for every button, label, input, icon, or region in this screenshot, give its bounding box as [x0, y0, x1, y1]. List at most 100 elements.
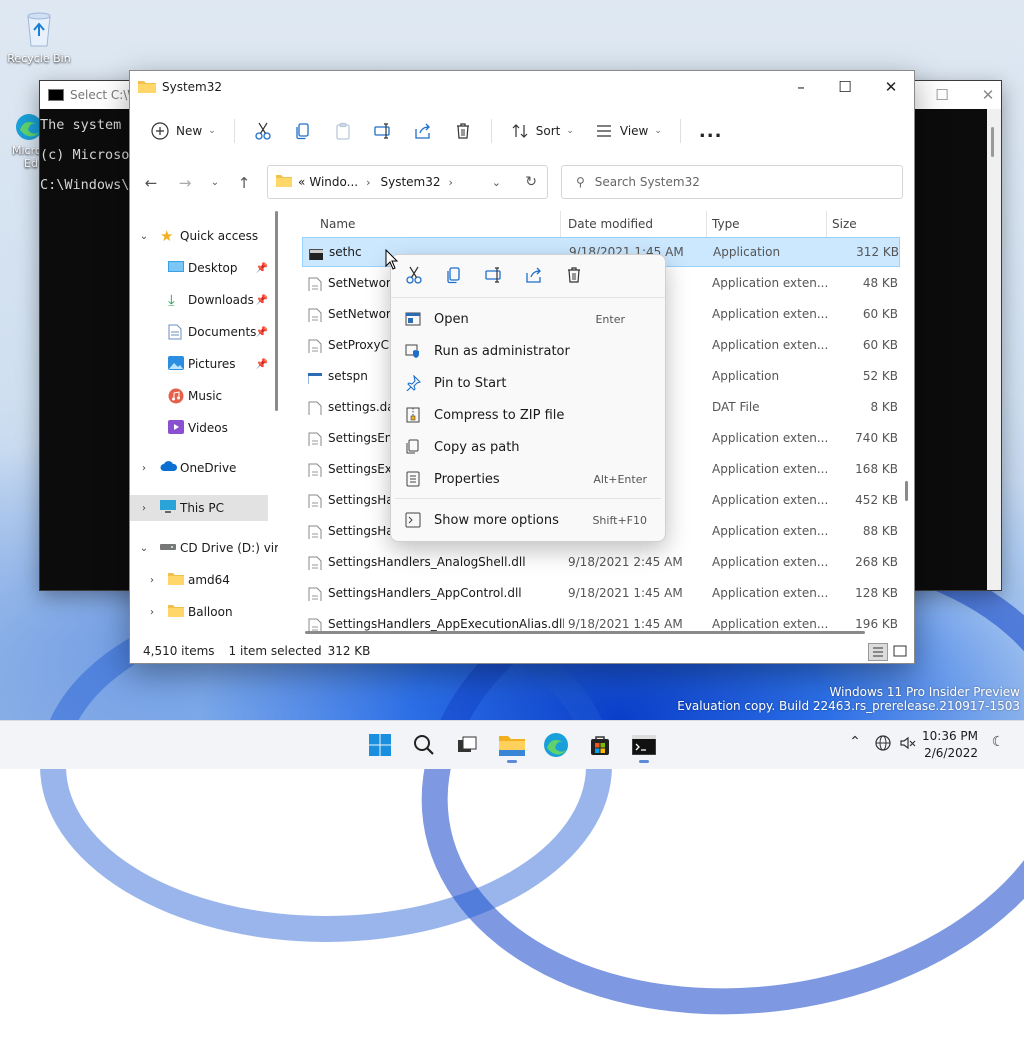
cut-icon[interactable]	[404, 265, 426, 287]
view-button[interactable]: View ⌄	[584, 115, 672, 147]
breadcrumb-chevron-icon[interactable]: ›	[366, 176, 370, 189]
watermark-line: Evaluation copy. Build 22463.rs_prerelea…	[677, 699, 1020, 713]
address-history-chevron-icon[interactable]: ⌄	[492, 176, 501, 189]
menu-item-properties[interactable]: Properties Alt+Enter	[395, 464, 661, 494]
expand-chevron-icon[interactable]: ›	[146, 607, 158, 618]
maximize-button[interactable]: ☐	[822, 71, 868, 103]
new-button[interactable]: New ⌄	[140, 115, 226, 147]
more-options-button[interactable]: ...	[689, 115, 733, 147]
console-maximize-button[interactable]: ☐	[919, 81, 965, 109]
taskbar-edge[interactable]	[538, 727, 574, 763]
share-icon[interactable]	[524, 265, 546, 287]
cloud-icon	[160, 460, 178, 476]
dll-file-icon	[308, 430, 322, 446]
show-hidden-icons-chevron-icon[interactable]: ⌃	[845, 734, 865, 754]
expand-chevron-icon[interactable]: ›	[146, 575, 158, 586]
column-header-date[interactable]: Date modified	[568, 211, 653, 237]
nav-music[interactable]: Music	[130, 383, 270, 409]
navigation-pane-scrollbar[interactable]	[275, 211, 278, 411]
expand-chevron-icon[interactable]: ⌄	[138, 543, 150, 554]
network-globe-icon[interactable]	[873, 734, 893, 754]
share-button[interactable]	[403, 115, 443, 147]
folder-icon	[168, 572, 184, 588]
breadcrumb-system32[interactable]: System32	[380, 175, 440, 189]
console-close-button[interactable]: ✕	[965, 81, 1011, 109]
pin-icon	[405, 374, 422, 393]
menu-item-show-more-options[interactable]: Show more options Shift+F10	[395, 505, 661, 535]
delete-button[interactable]	[443, 115, 483, 147]
expand-chevron-icon[interactable]: ⌄	[138, 231, 150, 242]
breadcrumb-overflow[interactable]: «	[298, 175, 305, 189]
copy-icon[interactable]	[444, 265, 466, 287]
paste-button[interactable]	[323, 115, 363, 147]
desktop-icon-recycle-bin[interactable]: Recycle Bin	[4, 8, 74, 65]
nav-balloon[interactable]: › Balloon	[130, 599, 270, 625]
minimize-button[interactable]: –	[778, 71, 824, 103]
taskbar-file-explorer[interactable]	[494, 727, 530, 763]
column-header-size[interactable]: Size	[832, 211, 857, 237]
pin-icon[interactable]: 📌	[256, 359, 268, 370]
taskbar-search-button[interactable]	[406, 727, 442, 763]
menu-item-open[interactable]: Open Enter	[395, 304, 661, 334]
properties-icon	[405, 471, 421, 487]
expand-chevron-icon[interactable]: ›	[138, 463, 150, 474]
file-list-horizontal-scrollbar[interactable]	[305, 631, 865, 634]
address-bar[interactable]: « Windo... › System32 › ⌄ ↻	[267, 165, 548, 199]
back-arrow-icon[interactable]: ←	[136, 169, 166, 197]
table-row[interactable]: SettingsHandlers_AnalogShell.dll 9/18/20…	[302, 548, 898, 576]
nav-onedrive[interactable]: › OneDrive	[130, 455, 270, 481]
up-arrow-icon[interactable]: ↑	[229, 169, 259, 197]
nav-quick-access[interactable]: ⌄ ★ Quick access	[130, 223, 270, 249]
start-button[interactable]	[362, 727, 398, 763]
cut-button[interactable]	[243, 115, 283, 147]
nav-desktop[interactable]: Desktop 📌	[130, 255, 270, 281]
desktop-icon-edge[interactable]: Micro Ed	[4, 112, 44, 170]
more-label: ...	[698, 120, 723, 142]
system-clock[interactable]: 10:36 PM 2/6/2022	[922, 728, 978, 762]
file-size: 312 KB	[856, 245, 899, 259]
console-scrollbar[interactable]	[987, 109, 1001, 590]
menu-item-pin-to-start[interactable]: Pin to Start	[395, 368, 661, 398]
console-app-icon	[309, 244, 323, 260]
nav-videos[interactable]: Videos	[130, 415, 270, 441]
pin-icon[interactable]: 📌	[256, 295, 268, 306]
breadcrumb-windows[interactable]: Windo...	[309, 175, 358, 189]
breadcrumb-chevron-icon[interactable]: ›	[449, 176, 453, 189]
chevron-down-icon: ⌄	[654, 126, 662, 136]
nav-pictures[interactable]: Pictures 📌	[130, 351, 270, 377]
trash-icon[interactable]	[564, 265, 586, 287]
menu-item-run-as-administrator[interactable]: Run as administrator	[395, 336, 661, 366]
menu-item-compress-zip[interactable]: Compress to ZIP file	[395, 400, 661, 430]
nav-downloads[interactable]: ⤓ Downloads 📌	[130, 287, 270, 313]
close-button[interactable]: ✕	[868, 71, 914, 103]
notification-moon-icon[interactable]: ☾	[988, 734, 1008, 754]
task-view-button[interactable]	[449, 727, 485, 763]
nav-cd-drive[interactable]: ⌄ CD Drive (D:) virt	[130, 535, 278, 561]
pin-icon[interactable]: 📌	[256, 327, 268, 338]
table-row[interactable]: SettingsHandlers_AppExecutionAlias.dll 9…	[302, 610, 898, 631]
file-list-vertical-scrollbar[interactable]	[905, 481, 908, 501]
search-input[interactable]: ⚲ Search System32	[561, 165, 903, 199]
expand-chevron-icon[interactable]: ›	[138, 503, 150, 514]
menu-item-copy-as-path[interactable]: Copy as path	[395, 432, 661, 462]
recycle-bin-label: Recycle Bin	[7, 52, 71, 65]
column-header-type[interactable]: Type	[712, 211, 740, 237]
taskbar-store[interactable]	[582, 727, 618, 763]
details-view-icon[interactable]	[868, 643, 888, 661]
nav-amd64[interactable]: › amd64	[130, 567, 270, 593]
copy-button[interactable]	[283, 115, 323, 147]
forward-arrow-icon[interactable]: →	[170, 169, 200, 197]
taskbar-command-prompt[interactable]	[626, 727, 662, 763]
column-header-name[interactable]: Name	[320, 211, 355, 237]
recent-chevron-icon[interactable]: ⌄	[200, 169, 230, 197]
nav-this-pc[interactable]: › This PC	[130, 495, 268, 521]
volume-muted-icon[interactable]	[898, 734, 918, 754]
nav-documents[interactable]: Documents 📌	[130, 319, 270, 345]
rename-button[interactable]	[363, 115, 403, 147]
rename-icon[interactable]	[484, 265, 506, 287]
tiles-view-icon[interactable]	[892, 643, 910, 659]
sort-button[interactable]: Sort ⌄	[500, 115, 584, 147]
table-row[interactable]: SettingsHandlers_AppControl.dll 9/18/202…	[302, 579, 898, 607]
pin-icon[interactable]: 📌	[256, 263, 268, 274]
refresh-icon[interactable]: ↻	[525, 174, 537, 190]
